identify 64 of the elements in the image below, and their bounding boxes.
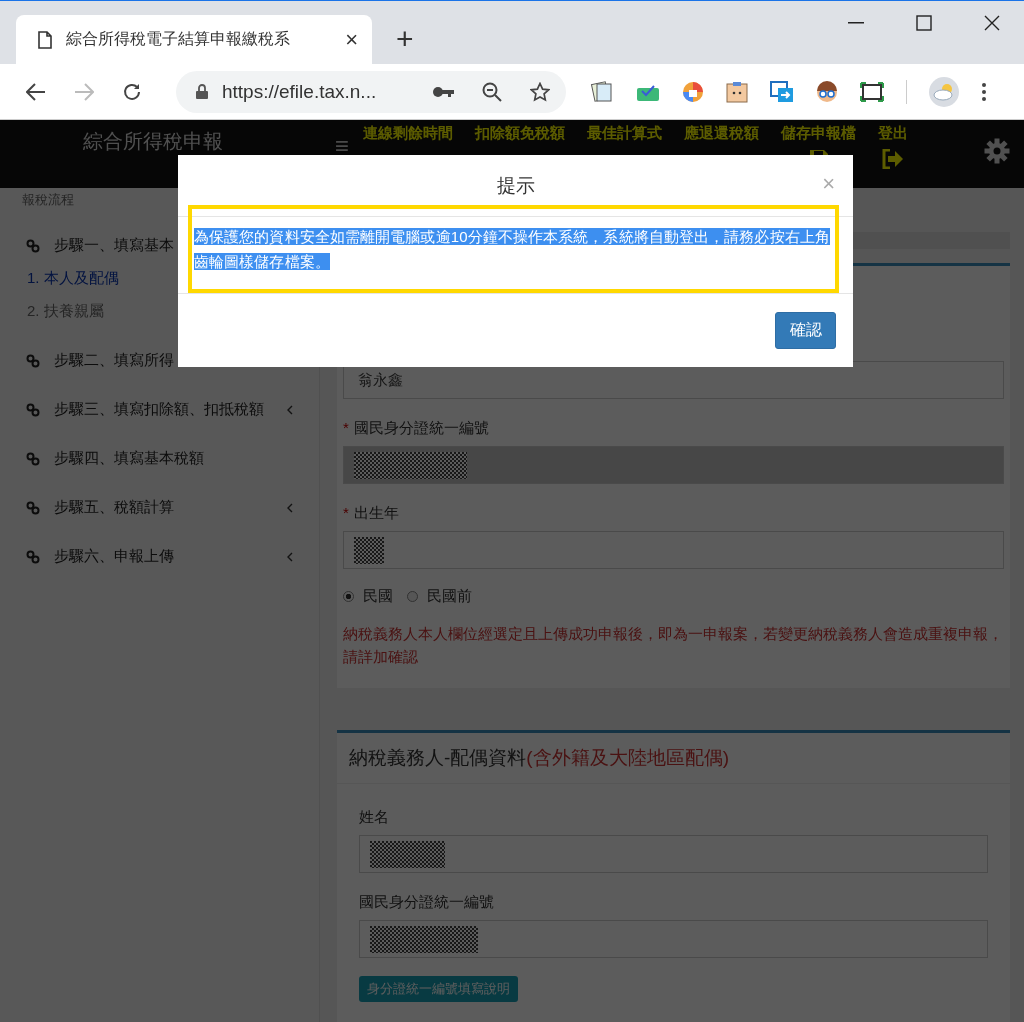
sidebar-item[interactable]: 步驟六、申報上傳 bbox=[0, 532, 319, 581]
card-title: 納稅義務人-配偶資料(含外籍及大陸地區配偶) bbox=[349, 747, 729, 768]
redaction-mask bbox=[354, 536, 384, 564]
back-icon[interactable] bbox=[26, 82, 46, 101]
link-icon bbox=[26, 500, 40, 515]
field-label: 國民身分證統一編號 bbox=[359, 893, 494, 910]
field-label: 出生年 bbox=[353, 504, 399, 521]
address-bar[interactable]: https://efile.tax.n... bbox=[176, 70, 566, 113]
reload-icon[interactable] bbox=[122, 81, 142, 102]
lock-badge-icon[interactable] bbox=[682, 80, 704, 103]
maximize-icon[interactable] bbox=[916, 15, 932, 31]
sidebar-item[interactable]: 步驟五、稅額計算 bbox=[0, 483, 319, 532]
settings-icon[interactable] bbox=[984, 138, 1010, 164]
close-icon[interactable] bbox=[984, 15, 1000, 31]
tab-title: 綜合所得稅電子結算申報繳稅系 bbox=[66, 29, 291, 49]
input-field[interactable] bbox=[343, 531, 1004, 569]
input-field[interactable] bbox=[359, 835, 988, 873]
input-field[interactable] bbox=[359, 920, 988, 958]
required-mark: * bbox=[343, 419, 349, 436]
link-icon bbox=[26, 451, 40, 466]
glasses-icon[interactable] bbox=[816, 80, 838, 103]
nav-link[interactable]: 應退還稅額 bbox=[684, 120, 759, 169]
menu-icon[interactable] bbox=[981, 81, 987, 102]
nav-link[interactable]: 扣除額免稅額 bbox=[475, 120, 565, 169]
notes-icon[interactable] bbox=[590, 80, 614, 103]
sidebar-item[interactable]: 步驟三、填寫扣除額、扣抵稅額 bbox=[0, 385, 319, 434]
page-icon bbox=[38, 30, 52, 49]
share-arrow-icon[interactable] bbox=[770, 80, 794, 103]
chevron-icon bbox=[287, 551, 293, 562]
chevron-icon bbox=[287, 502, 293, 513]
dialog-title: 提示 bbox=[496, 173, 535, 198]
nav-link[interactable]: 登出 bbox=[878, 120, 908, 169]
menu-button[interactable]: ≡ bbox=[335, 134, 349, 158]
chevron-icon bbox=[287, 404, 293, 415]
link-icon bbox=[26, 549, 40, 564]
radio-option[interactable]: 民國前 bbox=[407, 587, 472, 606]
nav-link[interactable]: 連線剩餘時間 bbox=[363, 120, 453, 169]
required-mark: * bbox=[343, 504, 349, 521]
zoom-out-icon[interactable] bbox=[482, 81, 502, 102]
radio-option[interactable]: 民國 bbox=[343, 587, 393, 606]
browser-tab[interactable]: 綜合所得稅電子結算申報繳稅系 × bbox=[16, 15, 372, 64]
star-icon[interactable] bbox=[530, 81, 550, 102]
lock-icon bbox=[196, 84, 208, 99]
site-title: 綜合所得稅申報 bbox=[83, 129, 224, 153]
key-icon[interactable] bbox=[432, 85, 454, 98]
close-button[interactable]: × bbox=[822, 171, 835, 197]
link-icon bbox=[26, 238, 40, 253]
dialog-message: 為保護您的資料安全如需離開電腦或逾10分鐘不操作本系統，系統將自動登出，請務必按右上角齒輪圖樣儲存檔案。 bbox=[194, 227, 831, 272]
field-label: 國民身分證統一編號 bbox=[353, 419, 489, 436]
url-text: https://efile.tax.n... bbox=[222, 80, 377, 103]
minimize-icon[interactable] bbox=[848, 22, 864, 24]
warning-note: 納稅義務人本人欄位經選定且上傳成功申報後，即為一申報案，若變更納稅義務人會造成重複申報，請詳加確認 bbox=[343, 624, 1004, 667]
close-tab-button[interactable]: × bbox=[345, 26, 358, 53]
box-face-icon[interactable] bbox=[726, 80, 748, 103]
new-tab-button[interactable]: + bbox=[396, 24, 414, 54]
screen-frame-icon[interactable] bbox=[860, 81, 884, 102]
link-icon bbox=[26, 353, 40, 368]
field-label: 姓名 bbox=[359, 808, 389, 825]
nav-link[interactable]: 最佳計算式 bbox=[587, 120, 662, 169]
logout-icon bbox=[882, 149, 904, 169]
sidebar-item[interactable]: 步驟二、填寫所得 bbox=[0, 336, 319, 385]
link-icon bbox=[26, 402, 40, 417]
sidebar-item[interactable]: 步驟四、填寫基本稅額 bbox=[0, 434, 319, 483]
confirm-button[interactable]: 確認 bbox=[775, 312, 836, 349]
